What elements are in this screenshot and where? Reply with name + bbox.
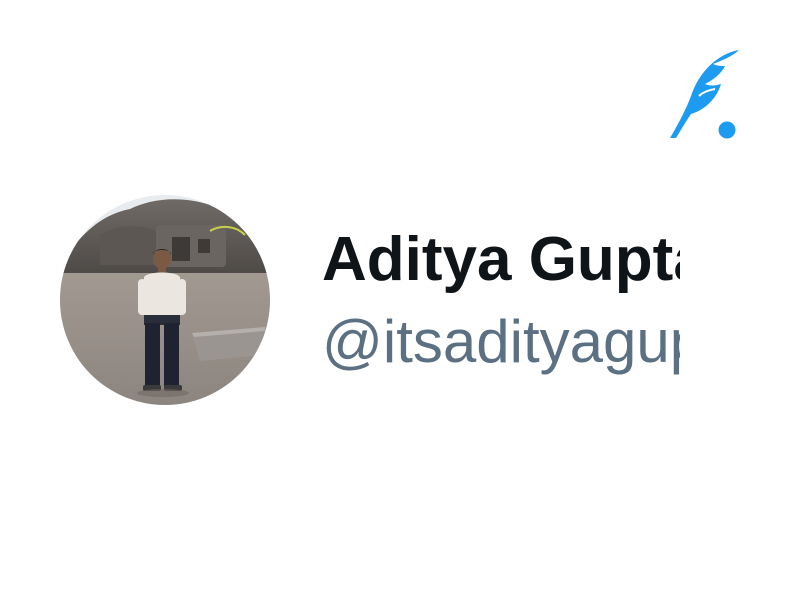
profile-card: Aditya Gupta @itsadityagupta [0,0,800,600]
display-name[interactable]: Aditya Gupta [322,222,680,298]
profile-identity: Aditya Gupta @itsadityagupta [322,222,680,382]
quill-icon [665,46,741,142]
user-handle[interactable]: @itsadityagupta [322,306,680,378]
avatar[interactable] [60,195,270,405]
